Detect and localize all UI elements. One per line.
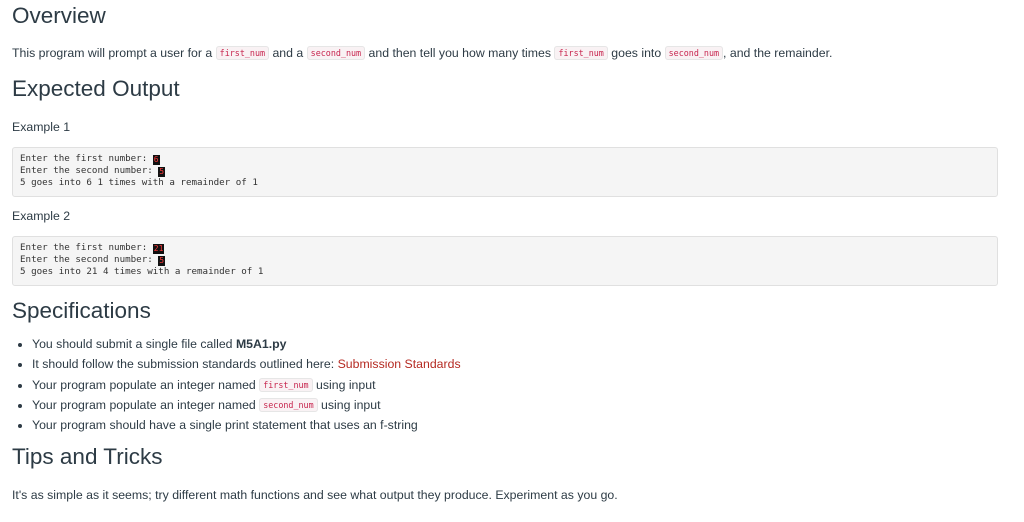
tips-paragraph: It's as simple as it seems; try differen… [12,488,618,502]
example-1-label: Example 1 [12,120,71,134]
list-item: You should submit a single file called M… [32,334,461,354]
submission-standards-link[interactable]: Submission Standards [338,357,461,371]
expected-output-heading: Expected Output [12,76,180,101]
code-second-num: second_num [664,46,724,60]
example-2-output: Enter the first number: 21 Enter the sec… [12,236,998,286]
tips-heading: Tips and Tricks [12,444,163,469]
overview-heading: Overview [12,3,106,28]
filename: M5A1.py [235,337,287,351]
user-input: 6 [152,155,160,165]
code-first-num: first_num [554,46,608,60]
user-input: 21 [152,244,165,254]
list-item: Your program should have a single print … [32,415,461,435]
list-item: It should follow the submission standard… [32,354,461,374]
user-input: 5 [158,167,166,177]
code-second-num: second_num [306,46,366,60]
specifications-list: You should submit a single file called M… [12,334,461,435]
code-second-num: second_num [259,397,318,412]
example-2-label: Example 2 [12,209,71,223]
overview-paragraph: This program will prompt a user for a fi… [12,46,833,60]
list-item: Your program populate an integer named f… [32,375,461,395]
code-first-num: first_num [259,377,313,392]
example-1-output: Enter the first number: 6 Enter the seco… [12,147,998,197]
user-input: 5 [158,256,166,266]
list-item: Your program populate an integer named s… [32,395,461,415]
code-first-num: first_num [215,46,270,60]
specifications-heading: Specifications [12,298,151,323]
